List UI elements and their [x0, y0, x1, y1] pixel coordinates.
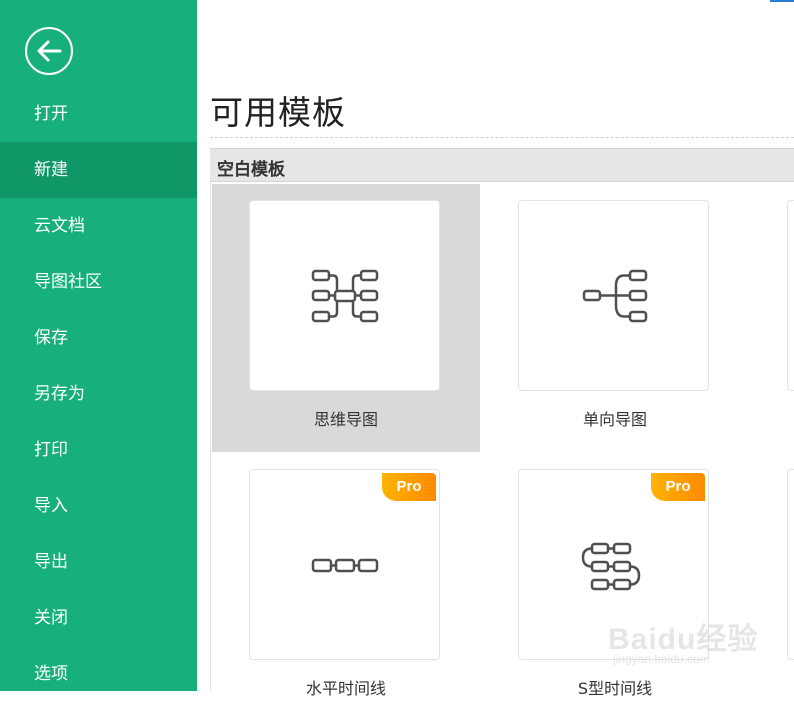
- top-accent-line: [770, 0, 794, 2]
- sidebar-nav: 打开 新建 云文档 导图社区 保存 另存为 打印 导入 导出 关闭 选项: [0, 86, 197, 702]
- sidebar-item-save[interactable]: 保存: [0, 310, 197, 366]
- page-title: 可用模板: [210, 93, 346, 132]
- template-mindmap[interactable]: 思维导图: [212, 184, 480, 452]
- template-horizontal-timeline[interactable]: Pro 水平时间线: [212, 453, 480, 721]
- sidebar-item-community[interactable]: 导图社区: [0, 254, 197, 310]
- template-label: S型时间线: [577, 679, 653, 698]
- sidebar: 打开 新建 云文档 导图社区 保存 另存为 打印 导入 导出 关闭 选项: [0, 0, 197, 691]
- template-card: [518, 200, 709, 391]
- template-card: [249, 200, 440, 391]
- template-s-timeline[interactable]: Pro S型时间线: [481, 453, 749, 721]
- template-card-partial[interactable]: [787, 469, 794, 660]
- pro-badge: Pro: [382, 473, 436, 501]
- template-label: 水平时间线: [305, 679, 386, 698]
- template-card-partial[interactable]: [787, 200, 794, 391]
- sidebar-item-new[interactable]: 新建: [0, 142, 197, 198]
- sidebar-item-save-as[interactable]: 另存为: [0, 366, 197, 422]
- arrow-left-circle-icon: [37, 40, 62, 62]
- sidebar-item-cloud-docs[interactable]: 云文档: [0, 198, 197, 254]
- pro-badge: Pro: [651, 473, 705, 501]
- template-right-map[interactable]: 单向导图: [481, 184, 749, 452]
- back-button[interactable]: [25, 27, 73, 75]
- sidebar-item-open[interactable]: 打开: [0, 86, 197, 142]
- mindmap-icon: [311, 269, 379, 323]
- template-label: 单向导图: [582, 410, 647, 429]
- title-divider: [210, 137, 794, 138]
- right-map-icon: [582, 269, 648, 323]
- sidebar-item-export[interactable]: 导出: [0, 534, 197, 590]
- s-timeline-icon: [581, 542, 641, 591]
- section-header: 空白模板: [210, 148, 794, 182]
- template-label: 思维导图: [313, 410, 378, 429]
- sidebar-item-close[interactable]: 关闭: [0, 590, 197, 646]
- horizontal-timeline-icon: [311, 558, 379, 573]
- sidebar-item-import[interactable]: 导入: [0, 478, 197, 534]
- sidebar-item-print[interactable]: 打印: [0, 422, 197, 478]
- template-card: Pro: [518, 469, 709, 660]
- template-card: Pro: [249, 469, 440, 660]
- sidebar-item-options[interactable]: 选项: [0, 646, 197, 702]
- section-title: 空白模板: [217, 160, 285, 180]
- grid-border: [210, 182, 211, 691]
